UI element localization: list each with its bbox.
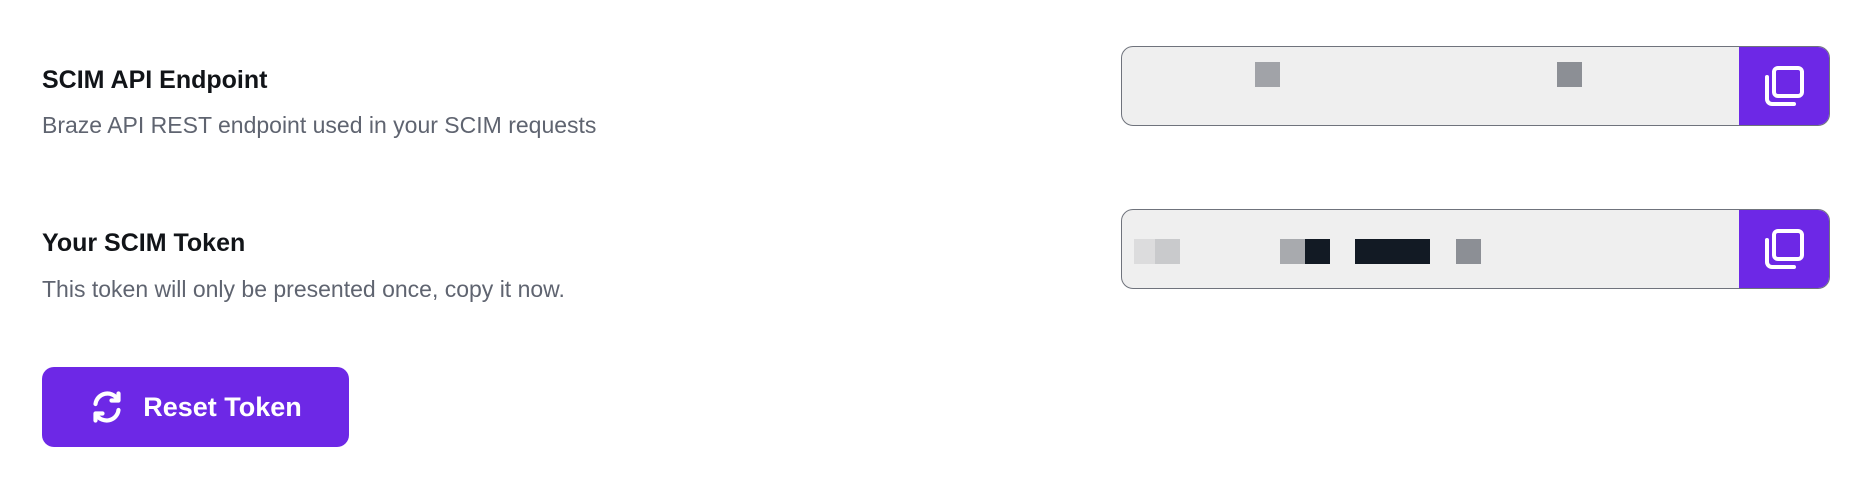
scim-token-description: This token will only be presented once, … <box>42 276 565 302</box>
copy-icon <box>1761 63 1807 109</box>
reset-token-label: Reset Token <box>143 391 302 422</box>
scim-endpoint-row: SCIM API Endpoint Braze API REST endpoin… <box>0 0 1874 163</box>
scim-endpoint-description: Braze API REST endpoint used in your SCI… <box>42 112 597 138</box>
copy-endpoint-button[interactable] <box>1739 47 1829 125</box>
refresh-icon <box>89 389 125 425</box>
scim-token-input[interactable] <box>1122 210 1739 288</box>
copy-token-button[interactable] <box>1739 210 1829 288</box>
reset-token-button[interactable]: Reset Token <box>42 367 349 447</box>
scim-token-field <box>1121 209 1830 289</box>
scim-endpoint-field <box>1121 46 1830 126</box>
scim-token-row: Your SCIM Token This token will only be … <box>0 163 1874 326</box>
scim-token-label: Your SCIM Token <box>42 229 246 257</box>
scim-endpoint-input[interactable] <box>1122 47 1739 125</box>
scim-endpoint-label: SCIM API Endpoint <box>42 66 268 94</box>
copy-icon <box>1761 226 1807 272</box>
